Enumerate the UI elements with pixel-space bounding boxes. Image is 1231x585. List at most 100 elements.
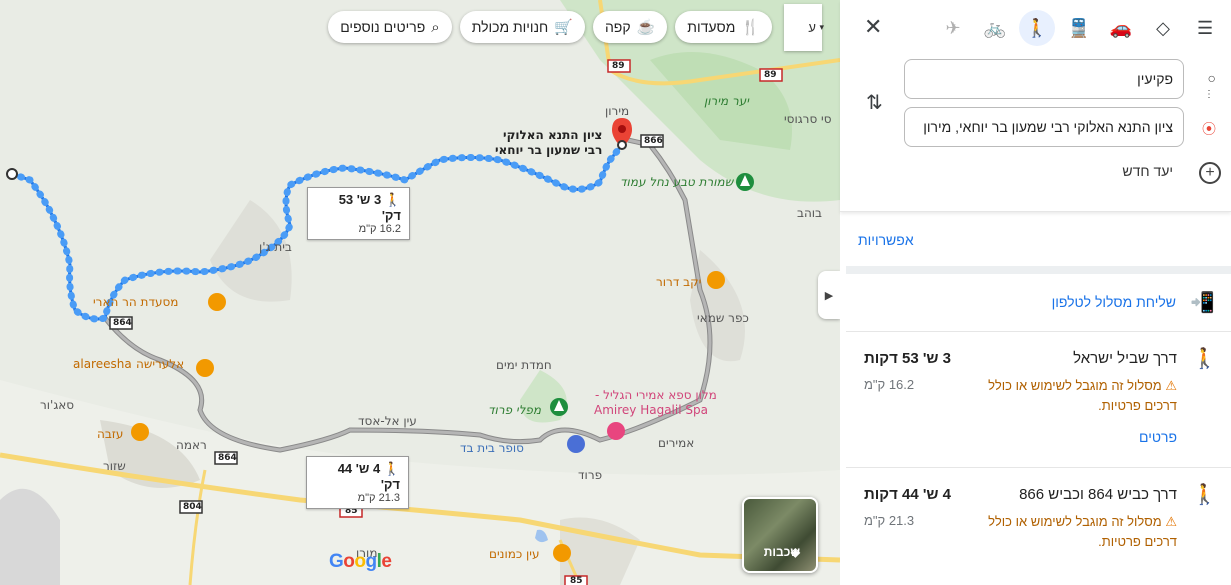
chevron-right-icon: ▶: [824, 289, 834, 302]
pill-label: פריטים נוספים: [340, 19, 426, 35]
mode-flights[interactable]: ✈: [935, 10, 971, 46]
pill-more-items[interactable]: ⌕ פריטים נוספים: [328, 11, 452, 43]
cart-icon: 🛒: [554, 19, 573, 36]
pill-label: חנויות מכולת: [471, 19, 549, 35]
label-beit-jann[interactable]: בית ג'ן: [259, 240, 292, 254]
label-hotel-en[interactable]: Amirey Hagalil Spa: [594, 403, 708, 417]
dropdown-arrow-icon: ▾: [819, 22, 824, 32]
swap-icon: ⇅: [866, 92, 883, 114]
route-option-2[interactable]: 🚶 דרך כביש 864 וכביש 866 4 ש' 44 דקות 21…: [846, 468, 1231, 585]
warning-icon: ⚠: [1165, 378, 1177, 393]
label-shezor[interactable]: שזור: [103, 459, 126, 473]
label-yekev-dror[interactable]: יקב דרור: [656, 275, 701, 289]
close-icon: ✕: [864, 14, 883, 39]
route-time: 4 ש' 44 דקות: [864, 486, 952, 503]
road-85-b: 85: [570, 576, 583, 585]
route-details-link[interactable]: פרטים: [1139, 429, 1177, 445]
label-hemdat-yamim[interactable]: חמדת ימים: [496, 358, 552, 372]
road-864-b: 864: [218, 453, 237, 463]
warning-icon: ⚠: [1165, 514, 1177, 529]
collapse-panel-button[interactable]: ▶: [818, 271, 840, 319]
categories-overflow-button[interactable]: ע ▾: [784, 4, 824, 51]
route-time-box-trail[interactable]: 🚶 3 ש' 53 דק' 16.2 ק"מ: [307, 187, 410, 240]
label-destination[interactable]: ציון התנא האלוקי רבי שמעון בר יוחאי: [495, 128, 602, 158]
label-mapalei-parod[interactable]: מפלי פרוד: [488, 403, 541, 417]
route-time-box-road[interactable]: 🚶 4 ש' 44 דק' 21.3 ק"מ: [306, 456, 409, 509]
directions-panel: ☰ ◇ 🚗 🚆 🚶 🚲 ✈ ✕ ○ ⋮ ⦿ פקיעין ציון התנא ה…: [840, 0, 1231, 585]
pill-restaurants[interactable]: 🍴 מסעדות: [675, 11, 772, 43]
label-parod[interactable]: פרוד: [578, 468, 602, 482]
map-svg: [0, 0, 840, 585]
origin-circle-icon: ○: [1207, 70, 1216, 86]
walk-icon: 🚶: [383, 461, 400, 476]
label-hotel[interactable]: מלון ספא אמירי הגליל -: [595, 388, 717, 402]
coffee-icon: ☕: [636, 19, 656, 36]
phone-send-icon: 📲: [1190, 292, 1215, 314]
pill-label: מסעדות: [687, 19, 736, 35]
add-destination-label[interactable]: יעד חדש: [1122, 163, 1173, 179]
route-name: דרך שביל ישראל: [1073, 350, 1177, 367]
section-divider: [846, 266, 1231, 274]
mode-walking[interactable]: 🚶: [1019, 10, 1055, 46]
options-link[interactable]: אפשרויות: [858, 232, 914, 248]
walk-icon: 🚶: [1192, 484, 1217, 506]
mode-transit[interactable]: 🚆: [1061, 10, 1097, 46]
pill-groceries[interactable]: 🛒 חנויות מכולת: [459, 11, 585, 43]
label-ein-al-asad[interactable]: עין אל-אסד: [358, 414, 417, 428]
close-directions-button[interactable]: ✕: [864, 14, 882, 40]
swap-waypoints-button[interactable]: ⇅: [866, 90, 883, 115]
label-amirim[interactable]: אמירים: [658, 436, 694, 450]
walk-icon: 🚶: [384, 192, 401, 207]
label-kfar-shamai[interactable]: כפר שמאי: [697, 311, 749, 325]
origin-field[interactable]: פקיעין: [904, 59, 1184, 99]
route-box-distance: 21.3 ק"מ: [357, 492, 400, 504]
label-yaar-miron[interactable]: יער מירון: [704, 94, 749, 108]
road-89-b: 89: [764, 70, 777, 80]
label-dovev[interactable]: בוהב: [797, 206, 822, 220]
label-sajur[interactable]: סאג'ור: [40, 398, 74, 412]
hamburger-icon: ☰: [1196, 17, 1214, 38]
road-89-a: 89: [612, 61, 625, 71]
label-azba[interactable]: עזבה: [97, 427, 123, 441]
route-time: 3 ש' 53 דקות: [864, 350, 952, 367]
route-distance: 21.3 ק"מ: [864, 513, 915, 528]
road-864-a: 864: [113, 318, 132, 328]
destination-pin-icon: ⦿: [1202, 121, 1216, 137]
label-mis-har-haari[interactable]: מסעדת הר הארי: [93, 295, 178, 309]
label-shmurat[interactable]: שמורת טבע נחל עמוד: [620, 175, 733, 189]
label-alareesha[interactable]: alareesha: [73, 357, 132, 371]
menu-button[interactable]: ☰: [1187, 10, 1223, 46]
route-warning-text: מסלול זה מוגבל לשימוש או כולל דרכים פרטי…: [988, 514, 1177, 549]
category-pill-bar: ⌕ פריטים נוספים 🛒 חנויות מכולת ☕ קפה 🍴 מ…: [328, 11, 772, 43]
search-icon: ⌕: [431, 18, 440, 36]
label-ein-kamonim[interactable]: עין כמונים: [489, 547, 540, 561]
label-sasa[interactable]: סי סרגוסי: [784, 112, 832, 126]
mode-cycling[interactable]: 🚲: [977, 10, 1013, 46]
layers-button[interactable]: ◈ שכבות: [742, 497, 818, 573]
road-804: 804: [183, 502, 202, 512]
route-box-distance: 16.2 ק"מ: [358, 223, 401, 235]
route-option-1[interactable]: 🚶 דרך שביל ישראל 3 ש' 53 דקות 16.2 ק"מ ⚠…: [846, 332, 1231, 468]
mode-driving[interactable]: 🚗: [1103, 10, 1139, 46]
route-distance: 16.2 ק"מ: [864, 377, 915, 392]
app-root: ע ▾ ⌕ פריטים נוספים 🛒 חנויות מכולת ☕ קפה…: [0, 0, 1231, 585]
label-alareesha-he[interactable]: אלערישה: [136, 357, 184, 371]
label-rama[interactable]: ראמה: [176, 438, 207, 452]
best-route-icon: ◇: [1156, 17, 1170, 38]
directions-header: ☰ ◇ 🚗 🚆 🚶 🚲 ✈ ✕ ○ ⋮ ⦿ פקיעין ציון התנא ה…: [840, 0, 1231, 212]
utensils-icon: 🍴: [741, 19, 760, 36]
travel-mode-bar: ☰ ◇ 🚗 🚆 🚶 🚲 ✈: [935, 10, 1223, 46]
waypoint-dots-icon: ⋮: [1204, 89, 1214, 100]
transit-icon: 🚆: [1067, 17, 1091, 38]
pill-coffee[interactable]: ☕ קפה: [592, 11, 668, 43]
send-to-phone-row[interactable]: 📲 שליחת מסלול לטלפון: [846, 274, 1231, 332]
destination-field[interactable]: ציון התנא האלוקי רבי שמעון בר יוחאי, מיר…: [904, 107, 1184, 147]
label-miron[interactable]: מירון: [605, 104, 629, 118]
flight-icon: ✈: [945, 17, 961, 38]
map-canvas[interactable]: ע ▾ ⌕ פריטים נוספים 🛒 חנויות מכולת ☕ קפה…: [0, 0, 840, 585]
label-super[interactable]: סופר בית בד: [460, 441, 524, 455]
add-destination-button[interactable]: +: [1199, 162, 1221, 184]
pill-label: קפה: [604, 19, 631, 35]
route-warning-text: מסלול זה מוגבל לשימוש או כולל דרכים פרטי…: [988, 378, 1177, 413]
mode-best[interactable]: ◇: [1145, 10, 1181, 46]
